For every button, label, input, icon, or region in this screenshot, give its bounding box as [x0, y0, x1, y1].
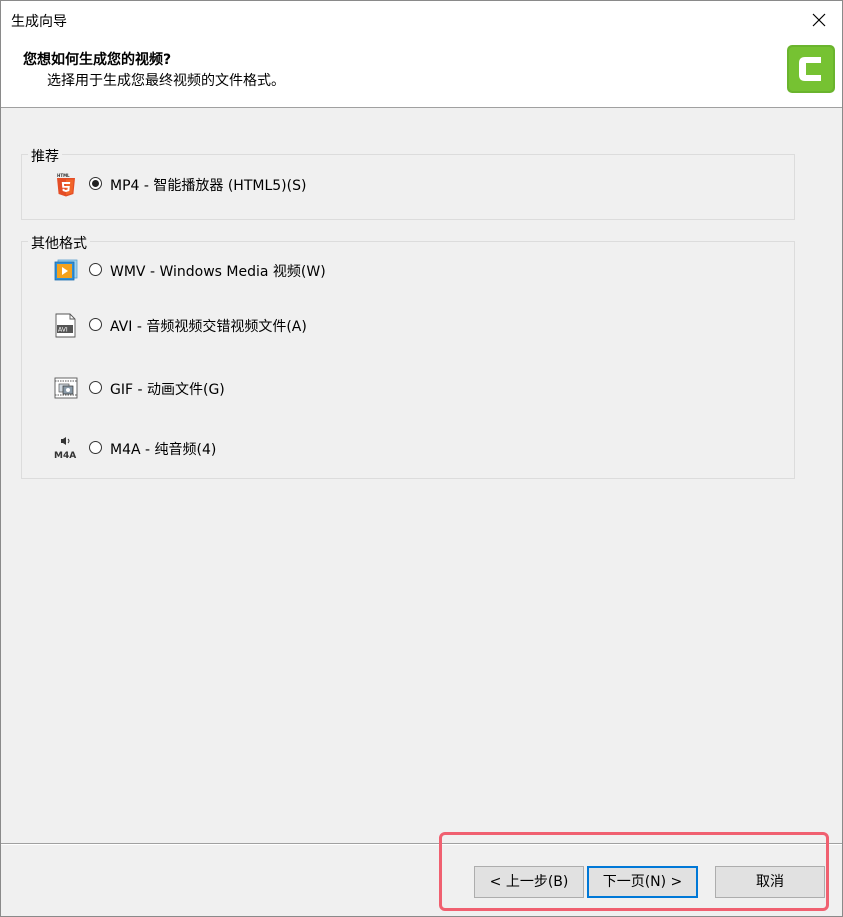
window-title: 生成向导 [11, 14, 67, 30]
radio-mp4[interactable] [89, 177, 102, 190]
camtasia-logo-icon [787, 45, 835, 93]
option-gif-label: GIF - 动画文件(G) [110, 382, 225, 398]
other-formats-group-legend: 其他格式 [28, 233, 90, 253]
html5-icon: HTML [57, 173, 75, 197]
m4a-icon: M4A [54, 437, 76, 461]
close-button[interactable] [796, 1, 842, 39]
wizard-window: 生成向导 您想如何生成您的视频? 选择用于生成您最终视频的文件格式。 推荐 HT… [0, 0, 843, 917]
gif-icon [54, 377, 78, 399]
radio-avi[interactable] [89, 318, 102, 331]
radio-m4a[interactable] [89, 441, 102, 454]
option-avi[interactable]: AVI AVI - 音频视频交错视频文件(A) [54, 313, 354, 339]
option-m4a-label: M4A - 纯音频(4) [110, 442, 217, 458]
cancel-button[interactable]: 取消 [715, 866, 825, 898]
option-wmv[interactable]: WMV - Windows Media 视频(W) [54, 258, 364, 284]
footer-separator [1, 843, 842, 845]
recommended-group-legend: 推荐 [28, 146, 62, 166]
page-subtitle: 选择用于生成您最终视频的文件格式。 [47, 73, 285, 89]
m4a-icon-text: M4A [54, 451, 76, 461]
radio-wmv[interactable] [89, 263, 102, 276]
wizard-header: 您想如何生成您的视频? 选择用于生成您最终视频的文件格式。 [1, 39, 842, 108]
option-mp4-label: MP4 - 智能播放器 (HTML5)(S) [110, 178, 307, 194]
avi-icon: AVI [55, 313, 76, 338]
svg-text:HTML: HTML [57, 173, 70, 178]
back-button[interactable]: < 上一步(B) [474, 866, 584, 898]
option-m4a[interactable]: M4A M4A - 纯音频(4) [54, 436, 274, 462]
option-mp4[interactable]: HTML MP4 - 智能播放器 (HTML5)(S) [54, 172, 354, 198]
radio-gif[interactable] [89, 381, 102, 394]
content-area: 推荐 HTML MP4 - 智能播放器 (HTML5)(S) 其他格式 WMV … [1, 108, 842, 843]
close-icon [812, 13, 826, 27]
title-bar[interactable]: 生成向导 [1, 1, 842, 39]
option-wmv-label: WMV - Windows Media 视频(W) [110, 264, 326, 280]
page-title: 您想如何生成您的视频? [23, 52, 172, 68]
wmv-icon [54, 259, 78, 281]
option-avi-label: AVI - 音频视频交错视频文件(A) [110, 319, 307, 335]
avi-icon-text: AVI [58, 327, 68, 334]
option-gif[interactable]: GIF - 动画文件(G) [54, 376, 274, 402]
next-button[interactable]: 下一页(N) > [587, 866, 698, 898]
